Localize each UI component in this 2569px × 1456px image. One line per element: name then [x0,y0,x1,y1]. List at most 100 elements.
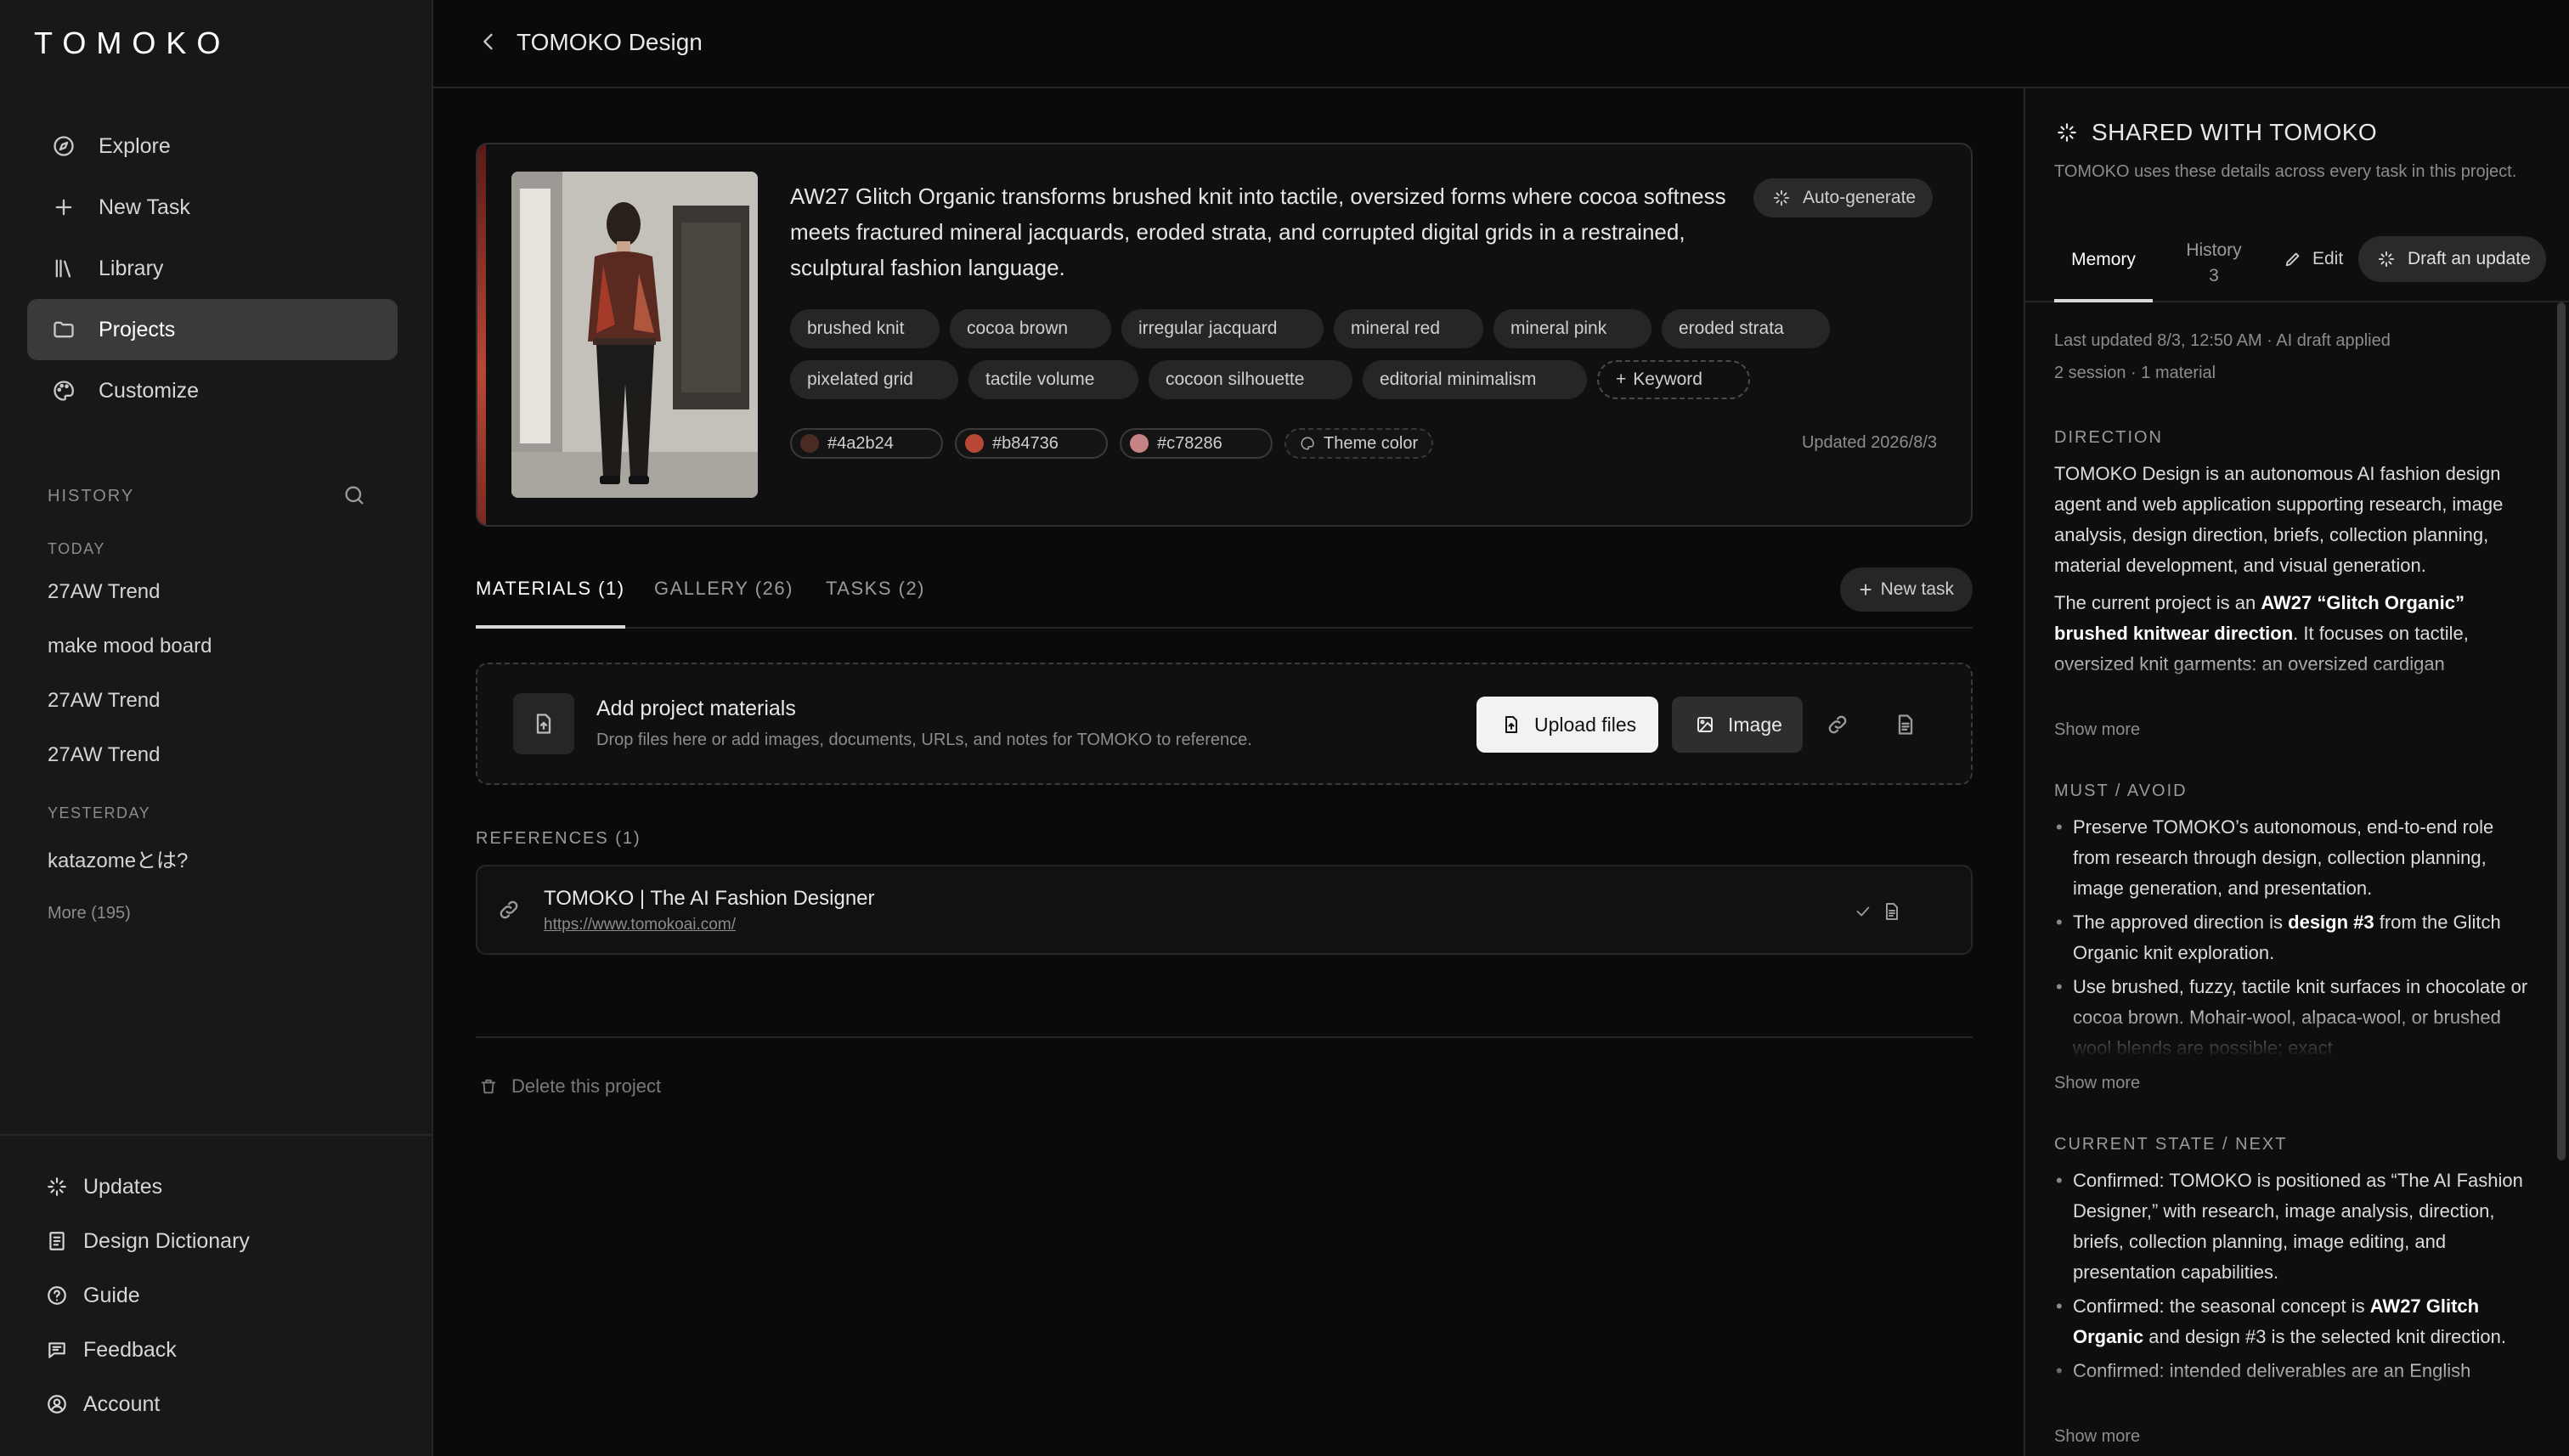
delete-project-button[interactable]: Delete this project [476,1074,661,1099]
color-swatch[interactable]: #4a2b24 [790,428,943,459]
trash-icon [476,1074,501,1099]
tab-history[interactable]: History 3 [2171,238,2256,289]
history-item[interactable]: 27AW Trend [48,689,161,713]
keyword-tag[interactable]: cocoa brown [950,309,1111,348]
nav-library[interactable]: Library [27,238,398,299]
panel-subtitle: TOMOKO uses these details across every t… [2054,162,2517,181]
keyword-tag[interactable]: editorial minimalism [1363,360,1587,399]
tab-history-count: 3 [2209,266,2219,285]
tab-memory[interactable]: Memory [2054,250,2153,302]
keyword-tag[interactable]: mineral pink [1493,309,1652,348]
nav-new-task[interactable]: New Task [27,177,398,238]
list-item: Use brushed, fuzzy, tactile knit surface… [2054,972,2535,1058]
search-icon[interactable] [342,483,367,508]
panel-scrollbar[interactable] [2557,302,2566,1160]
color-swatch[interactable]: #c78286 [1120,428,1273,459]
history-item[interactable]: 27AW Trend [48,743,161,767]
keyword-tag[interactable]: brushed knit [790,309,940,348]
shared-memory-panel: SHARED WITH TOMOKO TOMOKO uses these det… [2024,88,2569,1456]
add-keyword-button[interactable]: + Keyword [1597,360,1750,399]
nav-label: Library [99,256,164,280]
project-description[interactable]: AW27 Glitch Organic transforms brushed k… [790,178,1733,285]
upload-files-button[interactable]: Upload files [1476,697,1659,753]
color-hex: #4a2b24 [827,433,894,453]
keyword-tag[interactable]: pixelated grid [790,360,958,399]
footer-guide[interactable]: Guide [44,1283,140,1308]
must-avoid-list: Preserve TOMOKO’s autonomous, end-to-end… [2054,812,2535,1058]
history-item[interactable]: make mood board [48,635,212,658]
show-more-direction[interactable]: Show more [2054,720,2140,740]
palette-icon [51,378,76,404]
plus-icon: + [1616,370,1627,389]
document-icon[interactable] [1879,899,1905,924]
reference-title: TOMOKO | The AI Fashion Designer [544,887,875,910]
document-icon[interactable] [1893,712,1918,737]
nav-customize[interactable]: Customize [27,360,398,421]
sparkle-icon [2374,246,2399,272]
keyword-tag[interactable]: cocoon silhouette [1149,360,1352,399]
must-avoid-heading: MUST / AVOID [2054,782,2188,800]
text-span: and design #3 is the selected knit direc… [2143,1326,2506,1347]
show-more-must-avoid[interactable]: Show more [2054,1074,2140,1093]
footer-design-dictionary[interactable]: Design Dictionary [44,1228,250,1254]
new-task-label: New task [1880,579,1954,599]
sparkle-icon [1769,185,1794,211]
footer-account[interactable]: Account [44,1391,160,1417]
color-swatch[interactable]: #b84736 [955,428,1108,459]
edit-memory-button[interactable]: Edit [2280,246,2343,272]
auto-generate-button[interactable]: Auto-generate [1753,178,1934,217]
sidebar-footer: Updates Design Dictionary Guide Feedback… [0,1134,432,1456]
footer-updates[interactable]: Updates [44,1174,162,1199]
help-circle-icon [44,1283,70,1308]
add-image-button[interactable]: Image [1672,697,1803,753]
keyword-tag[interactable]: tactile volume [968,360,1138,399]
folder-icon [51,317,76,342]
keyword-tag[interactable]: mineral red [1334,309,1483,348]
history-item[interactable]: katazomeとは? [48,844,188,873]
direction-paragraph: The current project is an AW27 “Glitch O… [2054,588,2535,680]
footer-feedback[interactable]: Feedback [44,1337,177,1363]
nav-label: Explore [99,133,171,158]
history-more-link[interactable]: More (195) [48,904,131,923]
color-palette: #4a2b24 #b84736 #c78286 Theme color [790,428,1434,459]
updated-date: Updated 2026/8/3 [1801,433,1937,452]
dropzone-subtitle: Drop files here or add images, documents… [596,731,1252,749]
reference-item[interactable]: TOMOKO | The AI Fashion Designer https:/… [476,865,1973,955]
materials-dropzone[interactable]: Add project materials Drop files here or… [476,663,1973,785]
edit-label: Edit [2312,249,2344,268]
show-more-current-state[interactable]: Show more [2054,1427,2140,1447]
new-task-button[interactable]: + New task [1840,567,1973,612]
draft-update-button[interactable]: Draft an update [2358,236,2546,282]
reference-url[interactable]: https://www.tomokoai.com/ [544,916,736,934]
history-heading: HISTORY [48,487,135,505]
plus-icon: + [1859,576,1872,602]
keyword-tag[interactable]: irregular jacquard [1121,309,1324,348]
memory-stats: 2 session · 1 material [2054,364,2216,382]
auto-generate-label: Auto-generate [1803,188,1917,207]
chevron-left-icon[interactable] [476,29,501,54]
project-cover-image[interactable] [511,172,758,498]
link-icon[interactable] [1825,712,1850,737]
current-state-list: Confirmed: TOMOKO is positioned as “The … [2054,1165,2535,1412]
project-summary-card: AW27 Glitch Organic transforms brushed k… [476,143,1973,527]
user-circle-icon [44,1391,70,1417]
check-icon [1850,899,1876,924]
keyword-tag[interactable]: eroded strata [1662,309,1830,348]
nav-explore[interactable]: Explore [27,116,398,177]
yesterday-label: YESTERDAY [48,804,151,821]
history-item[interactable]: 27AW Trend [48,580,161,604]
file-upload-icon [1499,712,1524,737]
panel-title: SHARED WITH TOMOKO [2054,119,2377,146]
current-state-heading: CURRENT STATE / NEXT [2054,1135,2288,1154]
color-dot [965,434,984,453]
app-logo[interactable]: TOMOKO [34,25,230,61]
nav-label: Projects [99,317,176,341]
tab-tasks[interactable]: TASKS (2) [826,578,925,629]
tab-gallery[interactable]: GALLERY (26) [654,578,793,629]
tab-materials[interactable]: MATERIALS (1) [476,578,625,629]
file-upload-icon [513,693,574,754]
nav-projects[interactable]: Projects [27,299,398,360]
references-heading: REFERENCES (1) [476,829,641,848]
theme-color-button[interactable]: Theme color [1284,428,1434,459]
list-item: Confirmed: the seasonal concept is AW27 … [2054,1291,2535,1352]
